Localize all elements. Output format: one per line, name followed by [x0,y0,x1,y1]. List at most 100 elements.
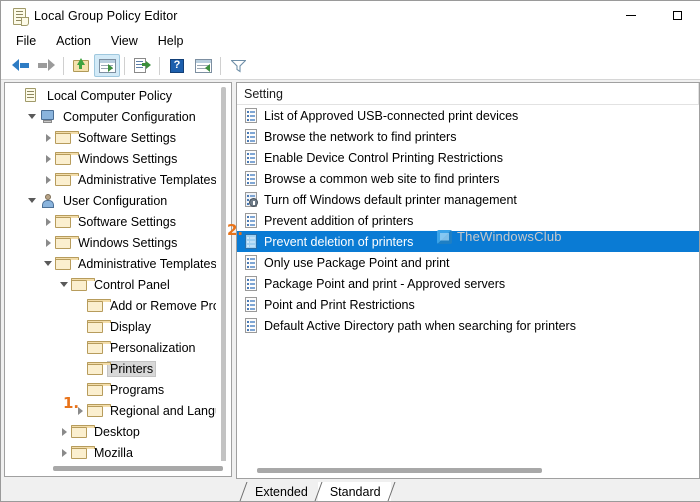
list-header: Setting [237,83,699,105]
list-row-label: Only use Package Point and print [264,255,450,270]
list-row-label: Prevent deletion of printers [264,234,414,249]
chevron-right-icon[interactable] [57,442,71,463]
list-row-label: Prevent addition of printers [264,213,414,228]
menu-view[interactable]: View [101,32,148,50]
list-row[interactable]: Point and Print Restrictions [237,294,699,315]
policy-setting-download-icon [244,192,258,207]
chevron-right-icon[interactable] [41,127,55,148]
folder-icon [55,236,79,249]
up-folder-icon [72,58,90,73]
tree-item-administrative-templates[interactable]: Administrative Templates [5,169,231,190]
tree-item-user-configuration[interactable]: User Configuration [5,190,231,211]
maximize-icon [672,11,682,20]
tree-item-display[interactable]: Display [5,316,231,337]
tree-item-regional-and-langua[interactable]: Regional and Langua [5,400,231,421]
tree-item-software-settings[interactable]: Software Settings [5,211,231,232]
tree-item-programs[interactable]: Programs [5,379,231,400]
list-row-label: Enable Device Control Printing Restricti… [264,150,503,165]
toolbar: ? [1,52,700,80]
tree-item-printers[interactable]: Printers [5,358,231,379]
column-header-setting[interactable]: Setting [237,87,698,101]
tree-vertical-scrollbar[interactable] [216,83,231,476]
up-one-level-button[interactable] [68,54,94,77]
chevron-right-icon[interactable] [41,211,55,232]
menu-help[interactable]: Help [148,32,194,50]
chevron-right-icon[interactable] [41,148,55,169]
list-row[interactable]: Browse a common web site to find printer… [237,168,699,189]
chevron-right-icon[interactable] [41,169,55,190]
show-hide-action-pane-button[interactable] [190,54,216,77]
tree-item-label: Administrative Templates [78,256,217,271]
maximize-button[interactable] [654,1,700,30]
folder-icon [55,152,79,165]
policy-tree[interactable]: Local Computer Policy Computer Configurat… [5,83,231,476]
list-row[interactable]: Only use Package Point and print [237,252,699,273]
folder-icon [87,320,111,333]
policy-setting-icon [244,129,258,144]
list-row[interactable]: Enable Device Control Printing Restricti… [237,147,699,168]
folder-icon [71,425,95,438]
view-tabs: Extended Standard [239,480,408,501]
chevron-down-icon[interactable] [25,190,39,211]
folder-icon [87,362,111,375]
column-divider[interactable] [698,83,699,104]
tab-extended-label: Extended [255,484,308,499]
list-row-label: Package Point and print - Approved serve… [264,276,506,291]
tree-item-software-settings[interactable]: Software Settings [5,127,231,148]
show-hide-console-tree-button[interactable] [94,54,120,77]
help-button[interactable]: ? [164,54,190,77]
list-row[interactable]: List of Approved USB-connected print dev… [237,105,699,126]
menu-action[interactable]: Action [46,32,101,50]
chevron-down-icon[interactable] [57,274,71,295]
toolbar-separator [124,56,125,75]
back-button[interactable] [7,54,33,77]
tree-item-control-panel[interactable]: Control Panel [5,274,231,295]
list-row[interactable]: Package Point and print - Approved serve… [237,273,699,294]
tree-item-label: Add or Remove Progr [110,298,231,313]
list-row[interactable]: Prevent addition of printers [237,210,699,231]
policy-setting-icon [244,318,258,333]
menu-file[interactable]: File [6,32,46,50]
forward-button[interactable] [33,54,59,77]
folder-icon [55,173,79,186]
chevron-right-icon[interactable] [41,232,55,253]
tree-item-label: Programs [110,382,165,397]
settings-list-pane: Setting List of Approved USB-connected p… [236,82,700,479]
list-horizontal-scrollbar[interactable] [237,463,699,478]
tree-horizontal-scrollbar[interactable] [5,461,231,476]
list-row[interactable]: Browse the network to find printers [237,126,699,147]
tree-item-windows-settings[interactable]: Windows Settings [5,232,231,253]
tab-standard[interactable]: Standard [314,482,391,501]
tree-item-desktop[interactable]: Desktop [5,421,231,442]
tree-item-administrative-templates[interactable]: Administrative Templates [5,253,231,274]
list-row[interactable]: Turn off Windows default printer managem… [237,189,699,210]
tree-item-label: Windows Settings [78,235,178,250]
chevron-right-icon[interactable] [57,421,71,442]
filter-button[interactable] [225,54,251,77]
menu-bar: File Action View Help [1,30,700,52]
tree-item-mozilla[interactable]: Mozilla [5,442,231,463]
folder-icon [55,257,79,270]
console-tree-icon [98,58,116,73]
list-row[interactable]: Prevent deletion of printers [237,231,699,252]
settings-list[interactable]: List of Approved USB-connected print dev… [237,105,699,478]
tab-extended[interactable]: Extended [239,482,318,501]
tree-item-computer-configuration[interactable]: Computer Configuration [5,106,231,127]
export-list-button[interactable] [129,54,155,77]
tree-item-windows-settings[interactable]: Windows Settings [5,148,231,169]
minimize-button[interactable] [608,1,654,30]
chevron-down-icon[interactable] [25,106,39,127]
chevron-down-icon[interactable] [41,253,55,274]
tree-item-personalization[interactable]: Personalization [5,337,231,358]
folder-icon [87,404,111,417]
tree-item-label: Regional and Langua [110,403,229,418]
tree-item-add-or-remove-progr[interactable]: Add or Remove Progr [5,295,231,316]
tree-item-label: User Configuration [63,193,168,208]
tree-item-local-computer-policy[interactable]: Local Computer Policy [5,85,231,106]
list-row[interactable]: Default Active Directory path when searc… [237,315,699,336]
annotation-marker-2: 2. [227,221,244,239]
